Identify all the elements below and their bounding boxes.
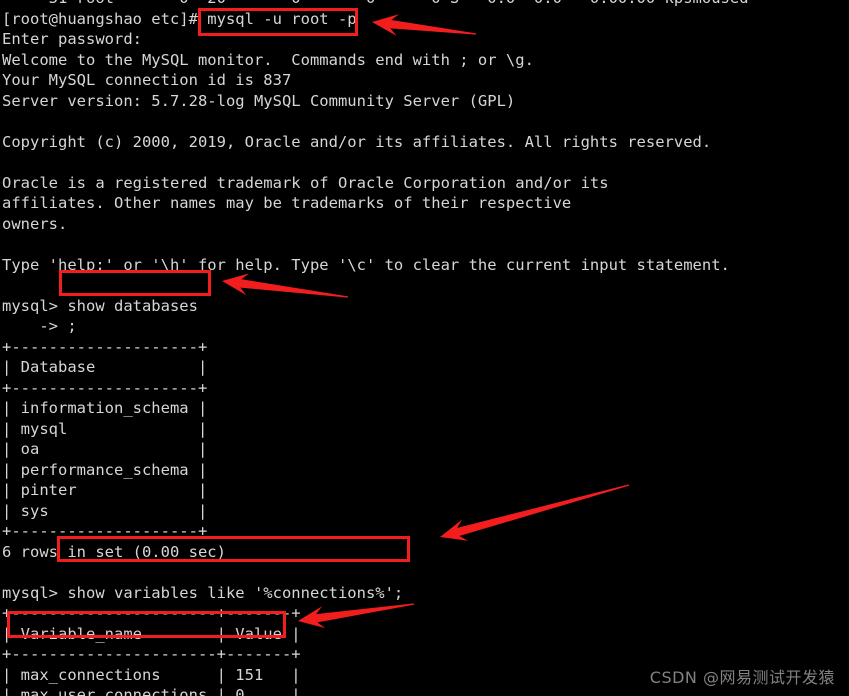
- terminal-line: -> ;: [2, 317, 77, 335]
- terminal-line: | sys |: [2, 501, 208, 520]
- terminal-window[interactable]: 31 root 0 -20 0 0 0 S 0.0 0.0 0:00.00 kp…: [0, 0, 849, 696]
- terminal-line: | oa |: [2, 440, 208, 458]
- terminal-line: +--------------------+: [2, 378, 208, 397]
- terminal-line: 6 rows in set (0.00 sec): [2, 542, 226, 561]
- terminal-output: 31 root 0 -20 0 0 0 S 0.0 0.0 0:00.00 kp…: [2, 0, 847, 696]
- terminal-line: Enter password:: [2, 30, 142, 48]
- terminal-line: Server version: 5.7.28-log MySQL Communi…: [2, 91, 516, 110]
- terminal-line: owners.: [2, 214, 68, 233]
- terminal-line: | Database |: [2, 358, 208, 376]
- terminal-line: Copyright (c) 2000, 2019, Oracle and/or …: [2, 132, 712, 151]
- csdn-watermark: CSDN @网易测试开发猿: [649, 667, 835, 687]
- terminal-line: +----------------------+-------+: [2, 645, 301, 663]
- terminal-line: | information_schema |: [2, 399, 208, 417]
- terminal-line: Your MySQL connection id is 837: [2, 71, 292, 89]
- terminal-line: [root@huangshao etc]# mysql -u root -p: [2, 9, 357, 28]
- terminal-line: mysql> show variables like '%connections…: [2, 583, 404, 602]
- terminal-line: | Variable_name | Value |: [2, 624, 301, 643]
- terminal-line: | performance_schema |: [2, 460, 208, 479]
- terminal-line: Welcome to the MySQL monitor. Commands e…: [2, 50, 534, 69]
- terminal-line: | mysql |: [2, 419, 208, 438]
- terminal-line: mysql> show databases: [2, 296, 198, 315]
- terminal-line: +--------------------+: [2, 337, 208, 356]
- terminal-line: 31 root 0 -20 0 0 0 S 0.0 0.0 0:00.00 kp…: [2, 0, 847, 9]
- terminal-line: +----------------------+-------+: [2, 604, 301, 622]
- terminal-line: +--------------------+: [2, 522, 208, 540]
- terminal-line: affiliates. Other names may be trademark…: [2, 194, 572, 212]
- terminal-line: Oracle is a registered trademark of Orac…: [2, 173, 609, 192]
- terminal-line: | pinter |: [2, 481, 208, 499]
- terminal-line: Type 'help;' or '\h' for help. Type '\c'…: [2, 255, 730, 274]
